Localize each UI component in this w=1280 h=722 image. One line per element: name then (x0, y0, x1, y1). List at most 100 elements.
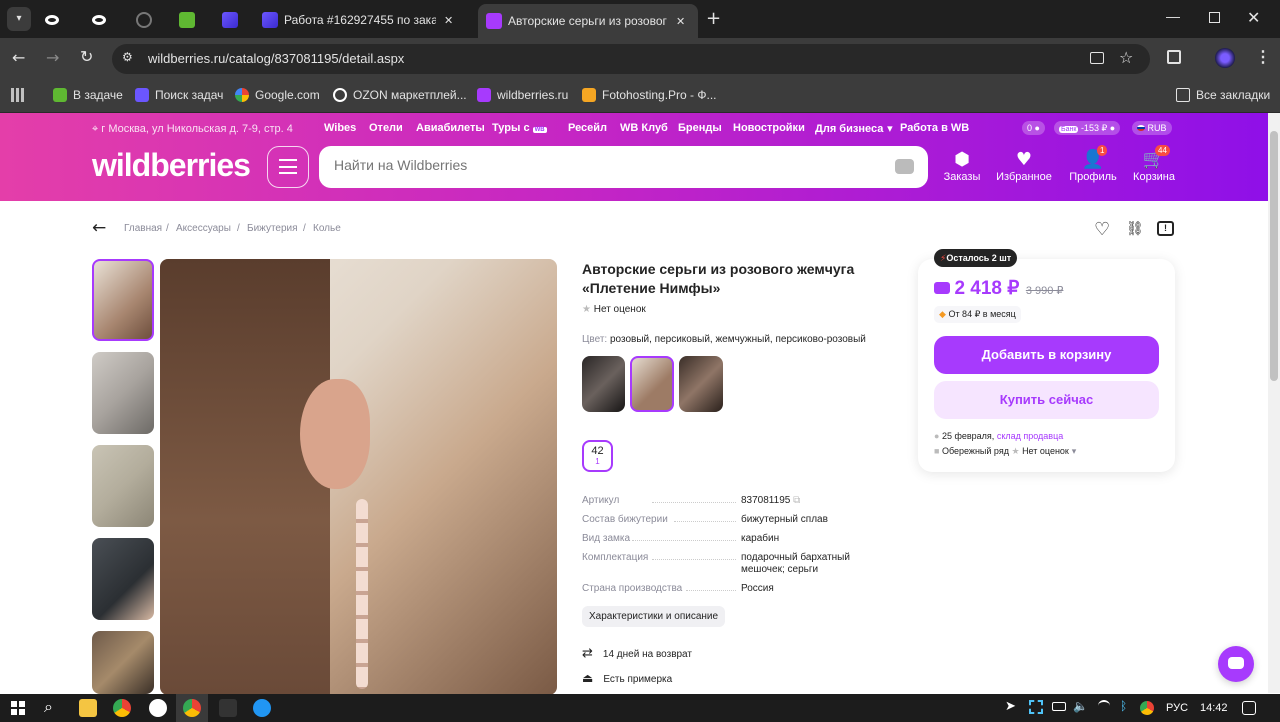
bookmark-item[interactable]: Поиск задач (135, 88, 223, 102)
catalog-menu-button[interactable] (267, 146, 309, 188)
chrome-icon[interactable] (113, 699, 131, 717)
nav-link-hotels[interactable]: Отели (369, 122, 403, 134)
bookmark-item[interactable]: Google.com (235, 88, 320, 102)
app-icon[interactable] (219, 699, 237, 717)
seller-info[interactable]: ■ Обережный ряд ★ Нет оценок ▾ (934, 446, 1076, 457)
language-indicator[interactable]: РУС (1166, 702, 1188, 714)
tab-2[interactable] (92, 6, 106, 34)
tab-3[interactable] (136, 6, 152, 34)
currency-pill[interactable]: RUB (1132, 121, 1172, 135)
nav-link-wb-club[interactable]: WB Клуб (620, 122, 668, 134)
windows-start-icon[interactable] (11, 701, 25, 715)
nav-link-jobs[interactable]: Работа в WB (900, 122, 969, 134)
bookmark-item[interactable]: В задаче (53, 88, 123, 102)
size-option[interactable]: 42 1 (582, 440, 613, 472)
nav-link-tours[interactable]: Туры с WB (492, 122, 547, 134)
bookmark-item[interactable]: OZON маркетплей... (333, 88, 467, 102)
minimize-button[interactable]: — (1166, 8, 1180, 24)
breadcrumb-item[interactable]: Бижутерия (247, 223, 298, 234)
page-scrollbar[interactable] (1268, 113, 1280, 693)
nav-link-brands[interactable]: Бренды (678, 122, 722, 134)
camera-icon[interactable] (895, 159, 914, 174)
breadcrumb-item[interactable]: Главная (124, 223, 162, 234)
product-thumbnail[interactable] (92, 538, 154, 620)
report-icon[interactable]: ! (1157, 221, 1174, 236)
reload-icon[interactable]: ↻ (80, 47, 93, 66)
bank-pill[interactable]: Банк -153 ₽ ● (1054, 121, 1121, 135)
notifications-icon[interactable] (1242, 701, 1256, 715)
nav-link-flights[interactable]: Авиабилеты (416, 122, 485, 134)
star-icon[interactable]: ☆ (1119, 48, 1133, 67)
url-text[interactable]: wildberries.ru/catalog/837081195/detail.… (148, 51, 404, 66)
volume-icon[interactable]: 🔈 (1073, 699, 1088, 713)
color-variant-selected[interactable] (630, 356, 674, 412)
maximize-button[interactable] (1209, 12, 1220, 23)
close-icon[interactable]: ✕ (676, 15, 685, 28)
apps-icon[interactable] (11, 88, 25, 102)
tab-search-button[interactable]: ▾ (7, 7, 31, 31)
screenshot-icon[interactable] (1029, 700, 1043, 714)
chrome-icon[interactable] (183, 699, 201, 717)
share-link-icon[interactable]: ⛓ (1126, 221, 1144, 237)
nav-link-new-buildings[interactable]: Новостройки (733, 122, 805, 134)
chrome-tray-icon[interactable] (1140, 701, 1154, 715)
menu-icon[interactable]: ⋮ (1255, 47, 1271, 67)
color-variant[interactable] (679, 356, 723, 412)
copy-icon[interactable]: ⧉ (793, 495, 800, 506)
chat-button[interactable] (1218, 646, 1254, 682)
product-thumbnail[interactable] (92, 631, 154, 694)
yandex-browser-icon[interactable] (149, 699, 167, 717)
favorite-heart-icon[interactable]: ♡ (1094, 219, 1110, 240)
nav-profile[interactable]: 👤 Профиль 1 (1063, 145, 1123, 183)
tab-7-active[interactable]: Авторские серьги из розовог ✕ (478, 4, 698, 38)
rating[interactable]: ★ Нет оценок (582, 304, 646, 315)
close-window-button[interactable]: ✕ (1247, 8, 1260, 27)
close-icon[interactable]: ✕ (444, 14, 453, 27)
install-app-icon[interactable] (1090, 52, 1104, 64)
logo[interactable]: wildberries (92, 147, 251, 184)
color-variant[interactable] (582, 356, 625, 412)
all-bookmarks[interactable]: Все закладки (1176, 88, 1270, 102)
new-tab-button[interactable]: + (706, 8, 721, 29)
product-main-image[interactable] (160, 259, 557, 695)
tab-1[interactable] (45, 6, 59, 34)
bookmark-item[interactable]: Fotohosting.Pro - Ф... (582, 88, 717, 102)
back-arrow-icon[interactable]: ← (92, 218, 106, 238)
tab-4[interactable] (179, 6, 195, 34)
product-thumbnail[interactable] (92, 352, 154, 434)
scrollbar-thumb[interactable] (1270, 131, 1278, 381)
app-icon[interactable] (253, 699, 271, 717)
search-input[interactable] (334, 157, 874, 173)
installment-badge[interactable]: ◆ От 84 ₽ в месяц (934, 306, 1021, 323)
nav-link-wibes[interactable]: Wibes (324, 122, 356, 134)
bookmark-item[interactable]: wildberries.ru (477, 88, 568, 102)
nav-cart[interactable]: 🛒 Корзина 44 (1124, 145, 1184, 183)
nav-link-resale[interactable]: Ресейл (568, 122, 607, 134)
site-info-icon[interactable]: ⚙ (122, 50, 133, 64)
product-thumbnail[interactable] (92, 259, 154, 341)
nav-link-business[interactable]: Для бизнеса ▾ (815, 122, 893, 135)
nav-orders[interactable]: ⬢ Заказы (932, 149, 992, 183)
breadcrumb-item[interactable]: Аксессуары (176, 223, 231, 234)
search-icon[interactable]: ⌕ (44, 697, 53, 717)
forward-icon[interactable]: → (46, 48, 59, 67)
buy-now-button[interactable]: Купить сейчас (934, 381, 1159, 419)
balance-pill[interactable]: 0 ● (1022, 121, 1045, 135)
details-button[interactable]: Характеристики и описание (582, 606, 726, 627)
clock[interactable]: 14:42 (1200, 702, 1228, 714)
tab-5[interactable] (222, 6, 238, 34)
network-icon[interactable] (1098, 700, 1110, 712)
omnibox[interactable]: ⚙ wildberries.ru/catalog/837081195/detai… (112, 44, 1150, 74)
tab-6[interactable]: Работа #162927455 по заказу ✕ (262, 6, 468, 34)
file-explorer-icon[interactable] (79, 699, 97, 717)
avatar[interactable] (1215, 48, 1235, 68)
telegram-icon[interactable]: ➤ (1005, 699, 1016, 714)
back-icon[interactable]: ← (12, 48, 25, 67)
nav-favorites[interactable]: ♥ Избранное (994, 149, 1054, 183)
product-thumbnail[interactable] (92, 445, 154, 527)
add-to-cart-button[interactable]: Добавить в корзину (934, 336, 1159, 374)
location-link[interactable]: ⌖ г Москва, ул Никольская д. 7-9, стр. 4 (92, 122, 293, 136)
breadcrumb-item[interactable]: Колье (313, 223, 341, 234)
bluetooth-icon[interactable]: ᛒ (1120, 699, 1127, 713)
extensions-icon[interactable] (1167, 50, 1181, 64)
